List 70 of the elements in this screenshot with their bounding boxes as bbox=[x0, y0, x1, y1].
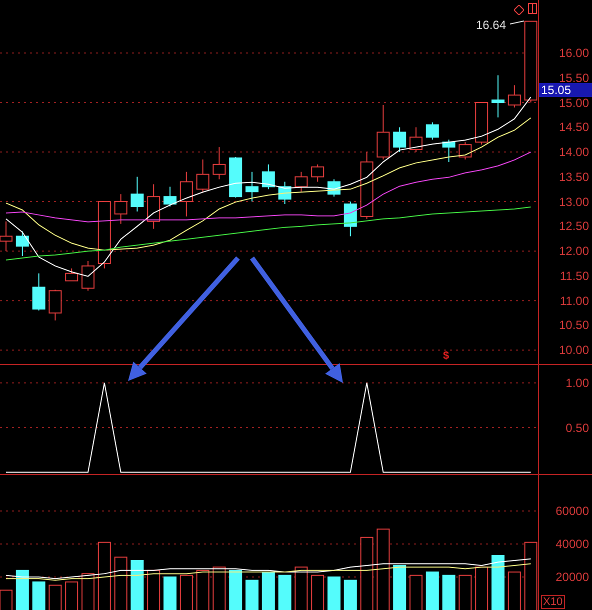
unit-label: X10 bbox=[541, 595, 565, 609]
candle bbox=[294, 171, 308, 192]
candle bbox=[130, 176, 144, 212]
candle bbox=[278, 181, 292, 205]
candle bbox=[475, 102, 488, 146]
axis-label: 10.00 bbox=[558, 344, 589, 356]
volume-bar bbox=[262, 572, 275, 610]
volume-bar bbox=[32, 581, 46, 610]
panel-icon bbox=[528, 3, 537, 14]
candle bbox=[164, 186, 176, 208]
signal-marker: $ bbox=[443, 350, 450, 362]
candle bbox=[328, 178, 340, 198]
axis-label: 40000 bbox=[556, 538, 589, 550]
volume-bar bbox=[164, 576, 176, 610]
candle bbox=[229, 156, 242, 198]
axis-label: 15.50 bbox=[558, 72, 589, 84]
candle bbox=[147, 184, 160, 230]
candle bbox=[180, 171, 193, 217]
candle bbox=[410, 126, 422, 153]
volume-bar bbox=[492, 555, 504, 610]
candle bbox=[16, 230, 29, 257]
volume-bar bbox=[344, 580, 357, 610]
axis-label: 60000 bbox=[556, 504, 589, 517]
candle bbox=[98, 201, 111, 269]
candle bbox=[196, 158, 210, 192]
axis-label: 16.00 bbox=[558, 46, 589, 59]
candle bbox=[311, 164, 324, 182]
axis-label: 14.00 bbox=[558, 146, 589, 158]
axis-label: 14.50 bbox=[558, 121, 589, 134]
current-price-label: 15.05 bbox=[539, 83, 592, 97]
axis-label: 10.50 bbox=[558, 319, 589, 332]
axis-label: 20000 bbox=[556, 570, 589, 583]
axis-label: 12.00 bbox=[558, 245, 589, 258]
axis-label: 13.50 bbox=[558, 170, 589, 183]
volume-bar bbox=[442, 574, 456, 610]
candle bbox=[32, 272, 46, 312]
candle bbox=[492, 74, 504, 118]
candle bbox=[114, 194, 128, 224]
candle bbox=[458, 142, 472, 160]
candle bbox=[262, 164, 275, 190]
volume-bar bbox=[130, 560, 144, 610]
axis-label: 15.00 bbox=[558, 96, 589, 108]
axis-label: 0.50 bbox=[566, 422, 589, 434]
axis-label: 11.50 bbox=[560, 270, 589, 282]
candle bbox=[82, 260, 94, 292]
candle bbox=[508, 84, 521, 108]
volume-bar bbox=[328, 576, 340, 610]
volume-bar bbox=[16, 570, 29, 610]
volume-bar bbox=[278, 574, 292, 610]
candle bbox=[65, 268, 78, 282]
candle bbox=[344, 201, 357, 237]
axis-label: 12.50 bbox=[558, 220, 589, 232]
axis-label: 1.00 bbox=[566, 376, 589, 389]
volume-bar bbox=[229, 570, 242, 610]
diamond-icon bbox=[514, 5, 524, 15]
candle bbox=[246, 171, 258, 202]
volume-bar bbox=[426, 572, 439, 610]
candle bbox=[212, 146, 226, 180]
volume-bar bbox=[393, 564, 406, 610]
axis-label: 11.00 bbox=[560, 294, 589, 307]
candle bbox=[393, 126, 406, 153]
candle bbox=[360, 152, 374, 220]
high-price-label: 16.64 bbox=[476, 19, 506, 32]
candle bbox=[426, 122, 439, 140]
volume-bar bbox=[246, 580, 258, 610]
axis-label: 13.00 bbox=[558, 196, 589, 208]
candle bbox=[442, 139, 456, 162]
candle bbox=[376, 104, 390, 160]
leader-line bbox=[510, 20, 524, 24]
candle bbox=[48, 289, 62, 321]
